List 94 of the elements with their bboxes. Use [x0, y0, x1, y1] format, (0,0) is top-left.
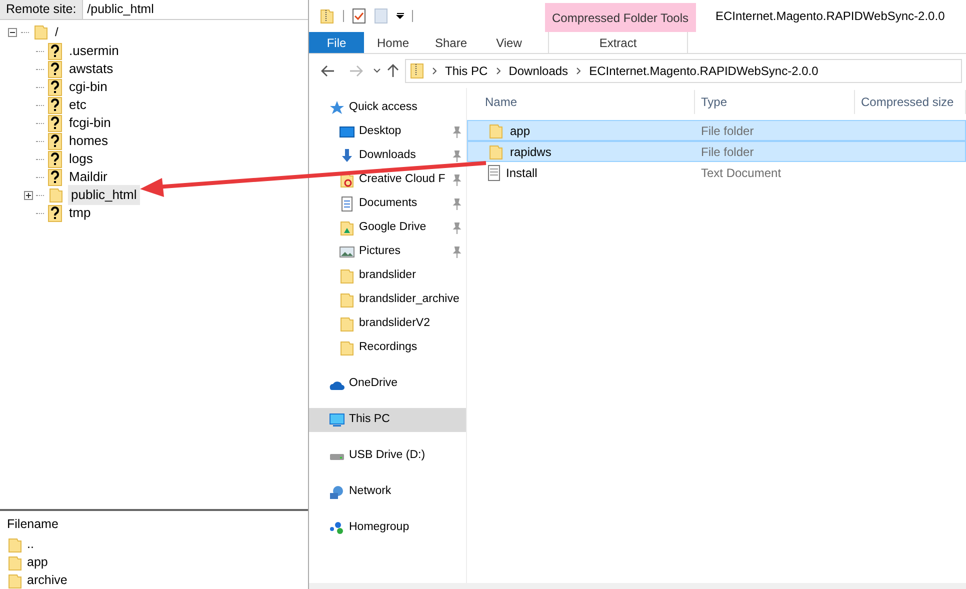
ribbon-tab[interactable]: Home [364, 32, 422, 53]
properties-icon[interactable] [352, 8, 366, 24]
breadcrumb-item[interactable]: This PC [445, 62, 488, 80]
ribbon-tab[interactable]: File [309, 32, 364, 53]
file-name: app [510, 122, 530, 140]
folder-icon [33, 24, 49, 40]
window-title: ECInternet.Magento.RAPIDWebSync-2.0.0 [716, 8, 945, 25]
nav-label: brandslider_archive [359, 292, 460, 308]
back-arrow-icon[interactable] [321, 65, 335, 77]
nav-item[interactable]: Pictures [309, 240, 466, 264]
nav-item[interactable]: Documents [309, 192, 466, 216]
file-name[interactable]: app [27, 553, 48, 572]
column-header[interactable]: Name [467, 90, 695, 114]
nav-label: Documents [359, 196, 418, 212]
nav-item[interactable]: Network [309, 480, 466, 504]
nav-item[interactable]: Creative Cloud F [309, 168, 466, 192]
tree-item[interactable]: cgi-bin [66, 77, 110, 97]
nav-item[interactable]: Quick access [309, 96, 466, 120]
file-name[interactable]: archive [27, 571, 68, 589]
nav-label: brandslider [359, 268, 416, 284]
tree-item[interactable]: homes [66, 131, 112, 151]
remote-site-label: Remote site: [0, 0, 84, 20]
pin-icon[interactable] [452, 222, 462, 234]
nav-label: Google Drive [359, 220, 426, 236]
file-name[interactable]: .. [27, 535, 34, 554]
chevron-right-icon[interactable] [432, 67, 437, 75]
nav-label: This PC [349, 412, 390, 428]
breadcrumb-item[interactable]: Downloads [508, 62, 568, 80]
tree-item[interactable]: awstats [66, 59, 116, 79]
address-bar[interactable]: This PC Downloads ECInternet.Magento.RAPIDWebSync-2.0.0 [405, 59, 962, 83]
nav-label: Pictures [359, 244, 401, 260]
nav-item[interactable]: Google Drive [309, 216, 466, 240]
breadcrumb-item[interactable]: ECInternet.Magento.RAPIDWebSync-2.0.0 [589, 62, 818, 80]
nav-item[interactable]: Downloads [309, 144, 466, 168]
file-type: File folder [700, 122, 754, 140]
column-header[interactable]: Type [695, 90, 855, 114]
pin-icon[interactable] [452, 246, 462, 258]
file-row[interactable]: Install Text Document [467, 162, 966, 183]
file-row[interactable]: rapidws File folder [467, 141, 966, 162]
nav-item[interactable]: OneDrive [309, 372, 466, 396]
nav-label: Homegroup [349, 520, 410, 536]
file-name: rapidws [510, 144, 552, 160]
tree-item[interactable]: etc [66, 95, 90, 115]
column-header[interactable]: Compressed size [855, 90, 966, 114]
folder-icon [7, 554, 23, 571]
ribbon-tab[interactable]: View [480, 32, 538, 53]
column-header[interactable]: Filename [7, 515, 308, 534]
file-type: Text Document [700, 164, 782, 182]
nav-label: Recordings [359, 340, 418, 356]
tree-item[interactable]: tmp [66, 203, 94, 223]
nav-label: USB Drive (D:) [349, 448, 426, 464]
nav-label: Desktop [359, 124, 402, 140]
nav-item[interactable]: brandslider_archive [309, 288, 466, 312]
folder-icon [7, 572, 23, 589]
nav-item[interactable]: Homegroup [309, 516, 466, 540]
tree-item[interactable]: fcgi-bin [66, 113, 114, 133]
nav-label: OneDrive [349, 376, 398, 392]
pin-icon[interactable] [452, 174, 462, 186]
nav-label: Quick access [349, 100, 418, 116]
file-row[interactable]: app File folder [467, 120, 966, 141]
nav-label: brandsliderV2 [359, 316, 430, 332]
file-type: File folder [700, 144, 754, 160]
tree-item[interactable]: Maildir [66, 167, 110, 187]
nav-item[interactable]: brandsliderV2 [309, 312, 466, 336]
expand-toggle[interactable] [24, 190, 33, 200]
nav-item[interactable]: Recordings [309, 336, 466, 360]
zip-folder-icon [410, 63, 424, 79]
nav-item[interactable]: brandslider [309, 264, 466, 288]
ribbon-tab[interactable]: Share [422, 32, 480, 53]
chevron-down-icon[interactable] [373, 68, 381, 74]
folder-icon [7, 536, 23, 553]
nav-item[interactable]: Desktop [309, 120, 466, 144]
pin-icon[interactable] [452, 150, 462, 162]
chevron-right-icon[interactable] [576, 67, 582, 75]
zip-folder-icon[interactable] [319, 8, 335, 24]
ribbon-tab[interactable]: Extract [548, 32, 688, 53]
pin-icon[interactable] [452, 198, 462, 210]
collapse-toggle[interactable] [8, 28, 17, 36]
file-name: Install [506, 164, 538, 182]
tree-item[interactable]: .usermin [66, 41, 122, 61]
tree-item[interactable]: logs [66, 149, 96, 169]
chevron-right-icon[interactable] [496, 67, 501, 75]
customize-dropdown[interactable] [396, 13, 404, 19]
nav-item[interactable]: This PC [309, 408, 466, 432]
nav-label: Network [349, 484, 392, 500]
contextual-tab-group: Compressed Folder Tools [545, 3, 696, 32]
pin-icon[interactable] [452, 126, 462, 138]
nav-label: Downloads [359, 148, 416, 164]
nav-item[interactable]: USB Drive (D:) [309, 444, 466, 468]
remote-site-field[interactable]: /public_html [83, 0, 308, 20]
tree-item[interactable]: / [53, 23, 60, 41]
up-arrow-icon[interactable] [387, 64, 399, 78]
tree-item[interactable]: public_html [68, 185, 140, 205]
nav-label: Creative Cloud F [359, 172, 446, 188]
